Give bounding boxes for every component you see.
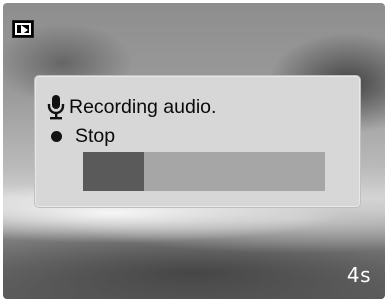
recording-status-label: Recording audio. xyxy=(69,96,217,118)
record-dot-icon xyxy=(51,130,62,142)
stop-label[interactable]: Stop xyxy=(75,124,115,148)
playback-mode-icon xyxy=(12,20,34,38)
recording-progress-bar xyxy=(83,152,325,191)
recording-timer: 4s xyxy=(346,263,371,287)
recording-dialog: Recording audio. Stop xyxy=(34,75,361,208)
playback-icon-triangle xyxy=(21,25,28,35)
recording-status-row: Recording audio. xyxy=(47,94,216,120)
stop-option[interactable]: Stop xyxy=(48,124,115,148)
recording-progress-fill xyxy=(83,152,144,191)
microphone-icon xyxy=(47,94,65,120)
camera-lcd-screen: Recording audio. Stop 4s xyxy=(3,3,385,299)
